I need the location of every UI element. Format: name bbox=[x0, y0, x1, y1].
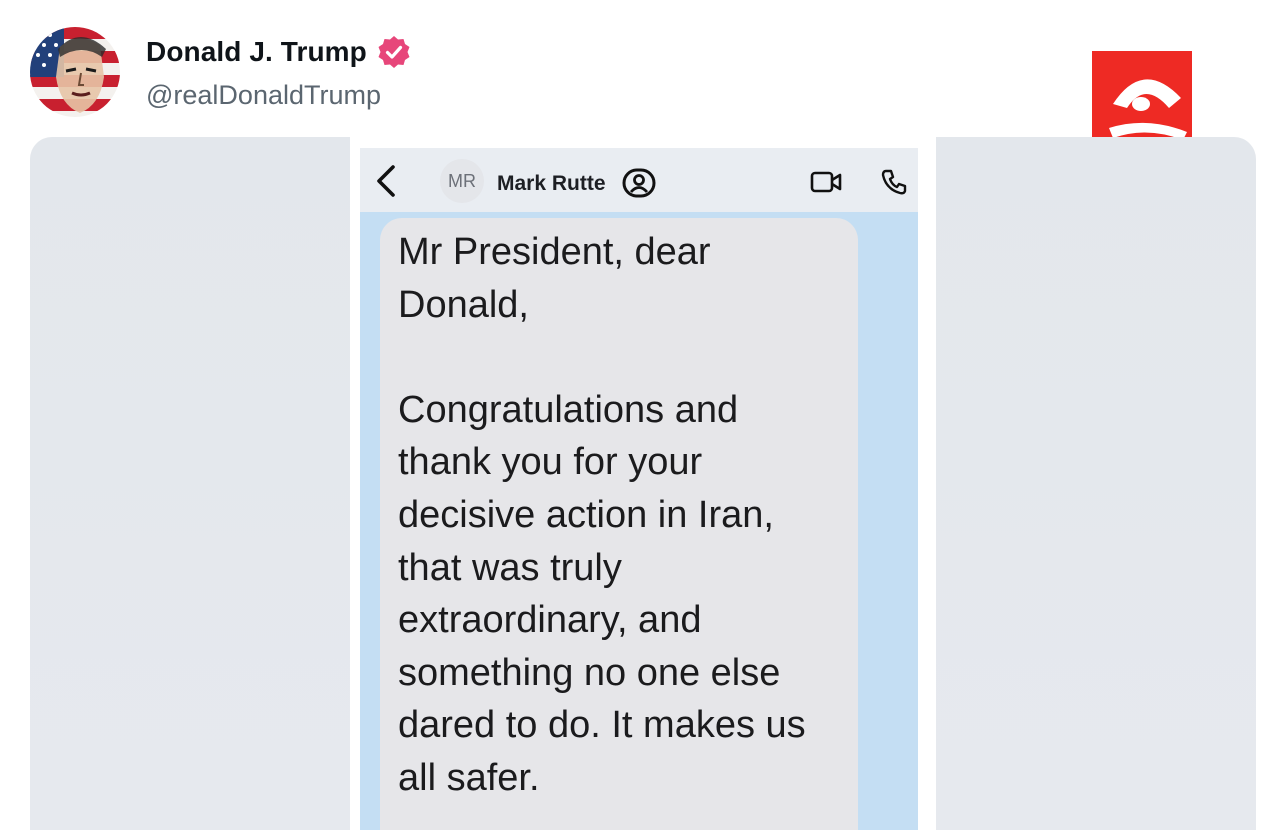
profile-icon bbox=[622, 168, 656, 198]
media-background-left bbox=[30, 137, 350, 830]
verified-badge-icon bbox=[378, 36, 410, 68]
chat-header: MR Mark Rutte bbox=[360, 148, 918, 212]
message-bubble: Mr President, dear Donald, Congratulatio… bbox=[380, 218, 858, 830]
author-avatar[interactable] bbox=[30, 27, 120, 117]
contact-avatar: MR bbox=[440, 159, 484, 203]
post-view: Donald J. Trump @realDonaldTrump MR Mark… bbox=[0, 0, 1280, 830]
attached-image[interactable]: MR Mark Rutte Mr President, dear Donald,… bbox=[360, 148, 918, 830]
author-name-row: Donald J. Trump bbox=[146, 32, 411, 72]
author-handle[interactable]: @realDonaldTrump bbox=[146, 80, 381, 111]
video-camera-icon bbox=[810, 171, 842, 193]
avatar-image bbox=[30, 27, 120, 117]
media-background-right bbox=[936, 137, 1256, 830]
author-display-name[interactable]: Donald J. Trump bbox=[146, 36, 367, 68]
chevron-left-icon bbox=[377, 165, 395, 197]
contact-name: Mark Rutte bbox=[497, 172, 606, 195]
phone-icon bbox=[881, 169, 907, 195]
message-text: Mr President, dear Donald, Congratulatio… bbox=[398, 231, 806, 799]
